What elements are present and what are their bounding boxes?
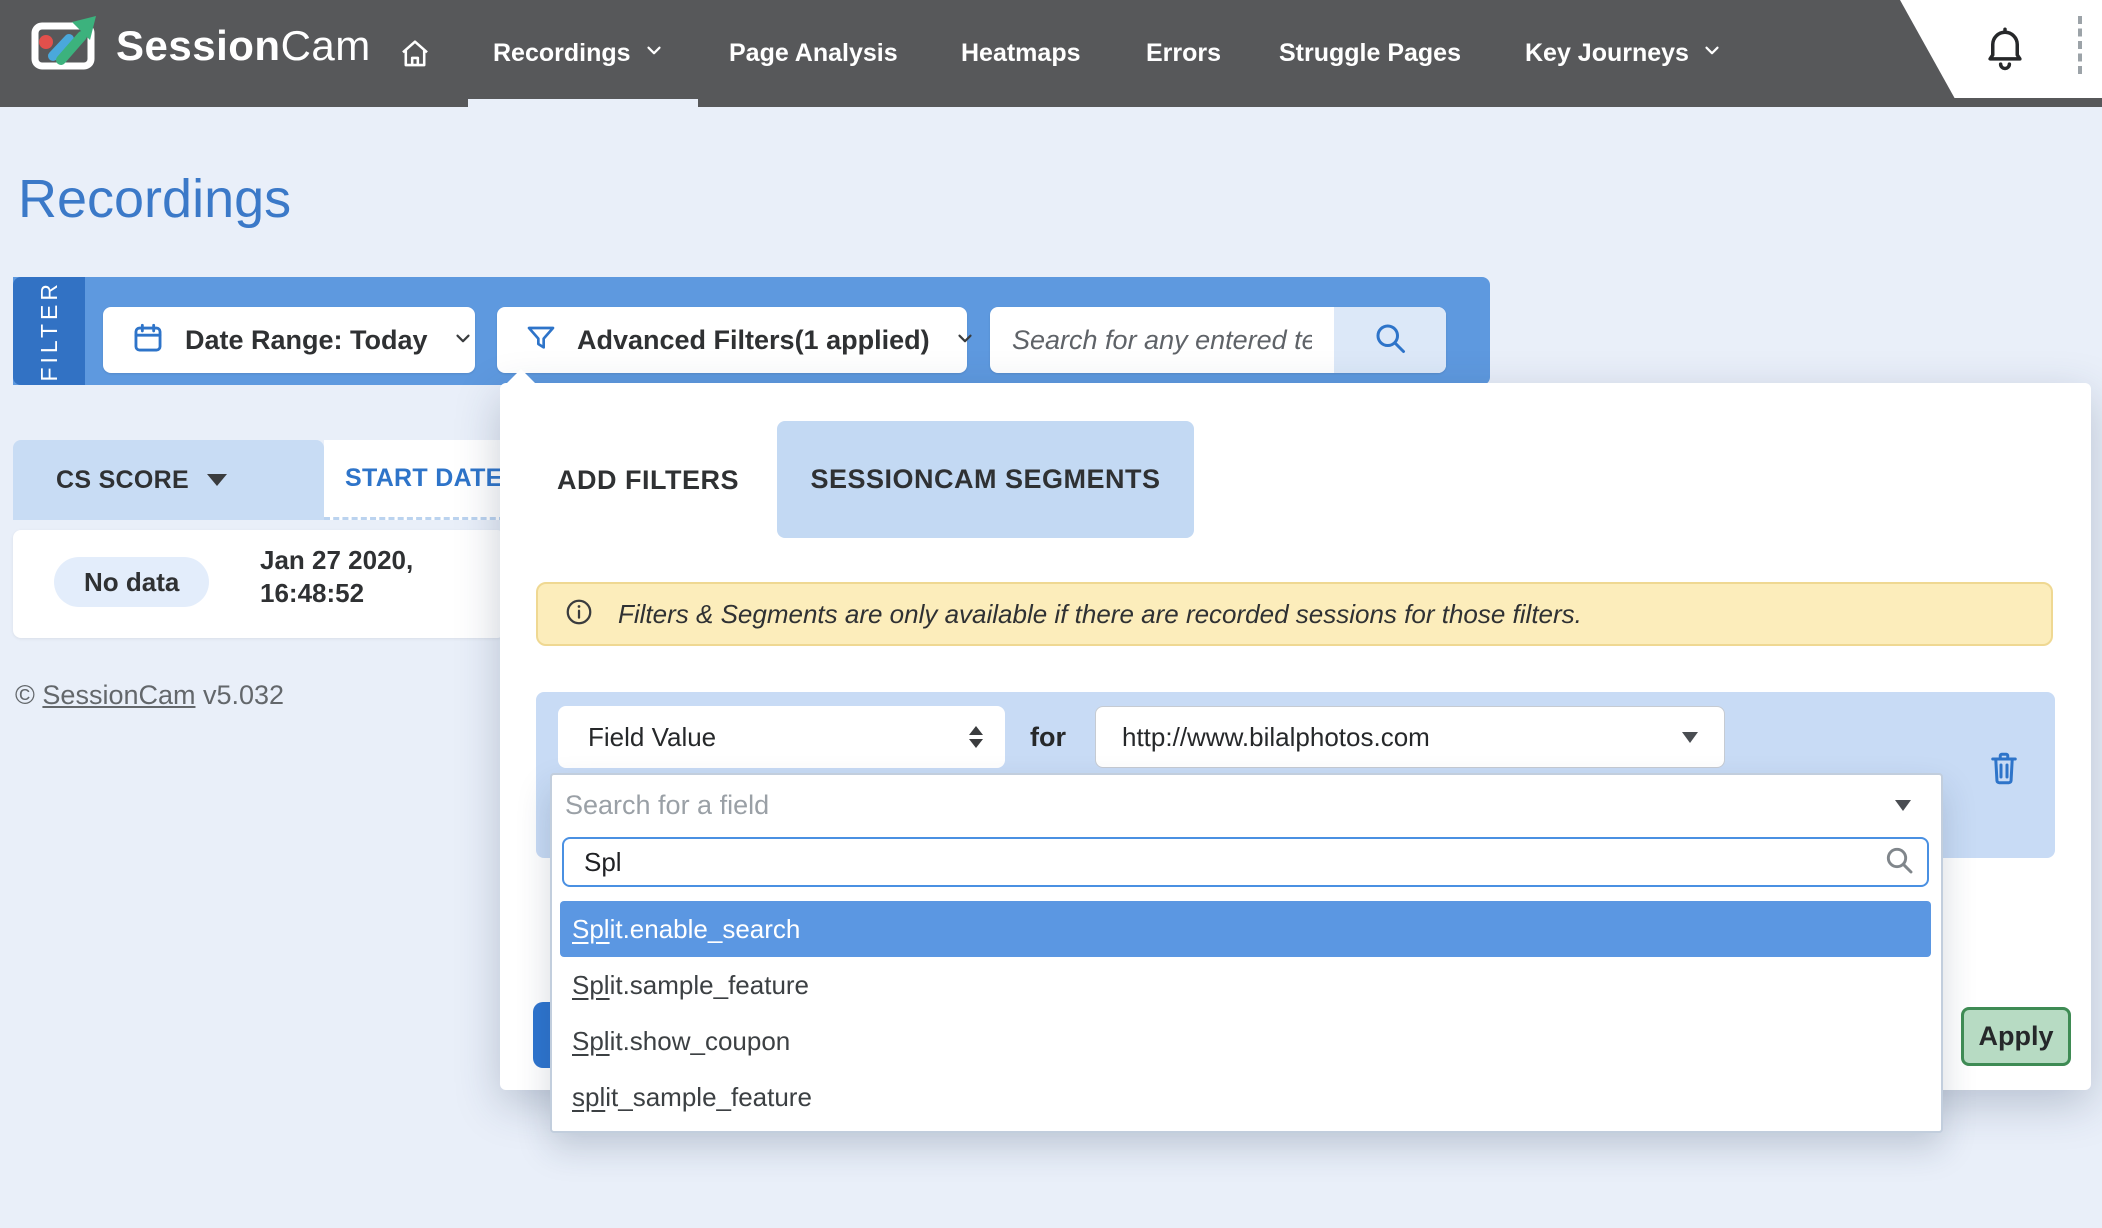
date-range-button[interactable]: Date Range: Today xyxy=(103,307,475,373)
text-search-field xyxy=(990,307,1446,373)
tab-add-filters[interactable]: ADD FILTERS xyxy=(557,458,739,502)
nav-item-key-journeys[interactable]: Key Journeys xyxy=(1525,0,1723,107)
cs-score-badge: No data xyxy=(54,557,209,607)
field-search-input[interactable] xyxy=(568,846,1786,879)
field-type-select[interactable]: Field Value xyxy=(558,706,1005,768)
nav-item-errors-label: Errors xyxy=(1146,39,1221,68)
info-circle-icon xyxy=(564,597,594,632)
column-header-cs-score-label: CS SCORE xyxy=(56,466,189,495)
advanced-filters-button[interactable]: Advanced Filters(1 applied) xyxy=(497,307,967,373)
trash-icon xyxy=(1986,775,2022,792)
brand-text-light: Cam xyxy=(281,22,371,69)
nav-item-recordings[interactable]: Recordings xyxy=(493,0,665,107)
info-banner-text: Filters & Segments are only available if… xyxy=(618,599,1582,630)
search-input[interactable] xyxy=(990,324,1314,357)
chevron-down-icon xyxy=(1701,39,1723,68)
for-label: for xyxy=(1030,722,1066,753)
nav-item-page-analysis[interactable]: Page Analysis xyxy=(729,0,898,107)
field-option-split-enable-search[interactable]: Split.enable_search xyxy=(560,901,1931,957)
calendar-icon xyxy=(131,321,165,360)
tab-add-filters-label: ADD FILTERS xyxy=(557,465,739,496)
nav-item-page-analysis-label: Page Analysis xyxy=(729,39,898,68)
start-date-value: Jan 27 2020, 16:48:52 xyxy=(260,544,440,609)
filter-collapse-tab-label: FILTER xyxy=(36,280,63,382)
nav-item-heatmaps[interactable]: Heatmaps xyxy=(961,0,1081,107)
navbar-corner xyxy=(1900,0,2102,98)
navbar: SessionCam Recordings Page Analysis Heat… xyxy=(0,0,2102,107)
page-title: Recordings xyxy=(18,168,291,230)
sessioncam-logo-icon xyxy=(28,10,100,81)
field-combobox-placeholder: Search for a field xyxy=(565,790,769,821)
footer-brand-link[interactable]: SessionCam xyxy=(42,680,195,710)
filter-collapse-tab[interactable]: FILTER xyxy=(13,277,85,385)
nav-item-struggle-pages-label: Struggle Pages xyxy=(1279,39,1461,68)
nav-item-recordings-label: Recordings xyxy=(493,39,631,68)
delete-filter-button[interactable] xyxy=(1986,748,2022,793)
copyright-symbol: © xyxy=(15,680,35,710)
chevron-down-icon xyxy=(643,39,665,68)
site-select-value: http://www.bilalphotos.com xyxy=(1122,722,1430,753)
column-header-cs-score[interactable]: CS SCORE xyxy=(13,440,324,520)
field-option-split-sample-feature[interactable]: Split.sample_feature xyxy=(560,957,1931,1013)
search-icon xyxy=(1372,320,1408,361)
field-type-select-value: Field Value xyxy=(588,722,716,753)
site-select[interactable]: http://www.bilalphotos.com xyxy=(1095,706,1725,768)
tab-sessioncam-segments-label: SESSIONCAM SEGMENTS xyxy=(810,464,1160,495)
footer-version: v5.032 xyxy=(203,680,284,710)
column-header-start-date[interactable]: START DATE xyxy=(324,440,505,520)
brand-text: SessionCam xyxy=(116,22,371,70)
nav-active-tab-indicator xyxy=(468,99,698,107)
select-spinner-icon xyxy=(969,726,983,748)
date-range-label: Date Range: Today xyxy=(185,325,428,356)
search-submit-button[interactable] xyxy=(1334,307,1446,373)
chevron-down-icon xyxy=(452,327,474,354)
advanced-filters-label: Advanced Filters(1 applied) xyxy=(577,325,930,356)
field-options-list: Split.enable_search Split.sample_feature… xyxy=(560,901,1931,1125)
tab-sessioncam-segments[interactable]: SESSIONCAM SEGMENTS xyxy=(777,421,1194,538)
dashed-divider xyxy=(2078,16,2082,74)
brand-text-bold: Session xyxy=(116,22,281,69)
nav-item-key-journeys-label: Key Journeys xyxy=(1525,39,1689,68)
field-search-dropdown: Search for a field Split.enable_search S… xyxy=(550,773,1943,1133)
column-header-start-date-label: START DATE xyxy=(345,464,503,493)
info-banner: Filters & Segments are only available if… xyxy=(536,582,2053,646)
search-icon xyxy=(1883,844,1915,881)
notification-bell-icon[interactable] xyxy=(1984,24,2026,77)
chevron-down-icon xyxy=(954,327,976,354)
table-row[interactable]: No data Jan 27 2020, 16:48:52 xyxy=(13,530,505,638)
home-icon[interactable] xyxy=(398,36,432,75)
field-search-inputbox xyxy=(562,837,1929,887)
dropdown-caret-icon xyxy=(1682,732,1698,743)
modal-arrow-notch xyxy=(506,369,536,384)
filter-funnel-icon xyxy=(525,322,557,359)
nav-item-struggle-pages[interactable]: Struggle Pages xyxy=(1279,0,1461,107)
apply-button[interactable]: Apply xyxy=(1961,1007,2071,1066)
nav-item-heatmaps-label: Heatmaps xyxy=(961,39,1081,68)
advanced-filters-modal: ADD FILTERS SESSIONCAM SEGMENTS Filters … xyxy=(500,383,2091,1090)
filter-bar: FILTER Date Range: Today Advanced Filter… xyxy=(13,277,1490,385)
apply-button-label: Apply xyxy=(1978,1021,2053,1052)
field-combobox[interactable]: Search for a field xyxy=(552,775,1941,835)
footer: © SessionCam v5.032 xyxy=(15,680,284,711)
field-option-split-sample-feature-underscore[interactable]: split_sample_feature xyxy=(560,1069,1931,1125)
nav-item-errors[interactable]: Errors xyxy=(1146,0,1221,107)
sessioncam-logo[interactable]: SessionCam xyxy=(28,10,371,81)
dropdown-caret-icon xyxy=(1895,800,1911,811)
recordings-table-header: CS SCORE START DATE xyxy=(13,440,505,520)
field-option-split-show-coupon[interactable]: Split.show_coupon xyxy=(560,1013,1931,1069)
sort-descending-icon xyxy=(207,474,227,486)
